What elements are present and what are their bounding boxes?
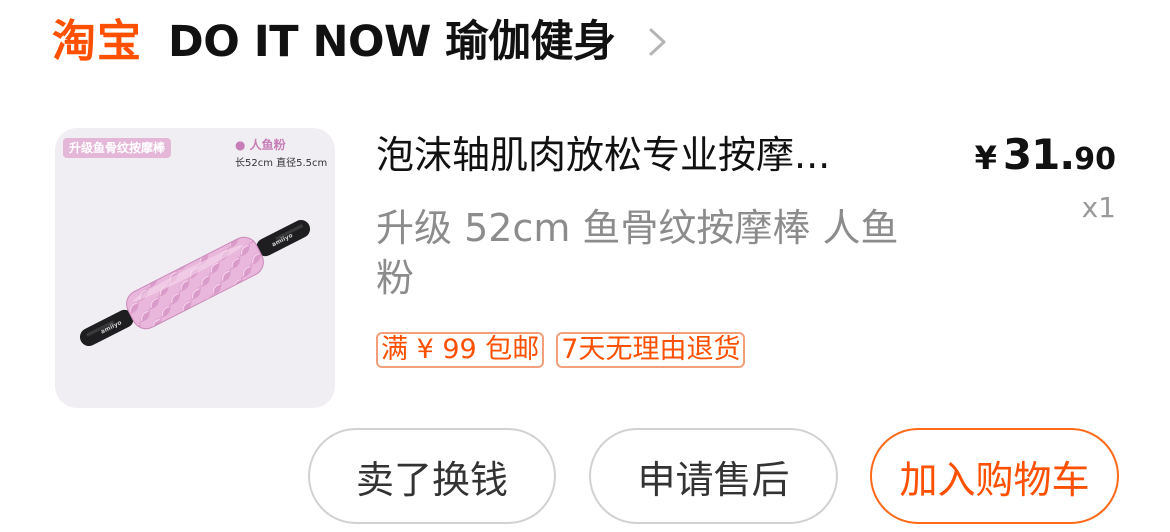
shop-name[interactable]: DO IT NOW 瑜伽健身: [168, 20, 616, 64]
return-policy-tag: 7天无理由退货: [556, 332, 746, 368]
price-decimal: 90: [1074, 142, 1116, 177]
product-spec: 升级 52cm 鱼骨纹按摩棒 人鱼粉: [376, 206, 899, 300]
product-image[interactable]: 升级鱼骨纹按摩棒 ● 人鱼粉 长52cm 直径5.5cm amiiyo amii…: [55, 128, 335, 408]
promo-tags: 满 ¥ 99 包邮 7天无理由退货: [376, 332, 746, 368]
add-to-cart-button[interactable]: 加入购物车: [870, 428, 1119, 524]
product-price: ¥31.90: [975, 130, 1116, 189]
price-symbol: ¥: [974, 139, 997, 177]
after-sale-button[interactable]: 申请售后: [589, 428, 838, 524]
product-quantity: x1: [1081, 191, 1116, 224]
taobao-logo: 淘宝: [52, 16, 142, 67]
product-title[interactable]: 泡沫轴肌肉放松专业按摩...: [376, 130, 921, 180]
price-integer: 31.: [1002, 130, 1075, 179]
shop-header[interactable]: 淘宝 DO IT NOW 瑜伽健身: [52, 12, 669, 72]
sell-button[interactable]: 卖了换钱: [308, 428, 556, 524]
chevron-right-icon[interactable]: [647, 27, 669, 57]
free-shipping-tag: 满 ¥ 99 包邮: [376, 332, 545, 368]
massage-roller-illustration: amiiyo amiiyo: [79, 219, 311, 347]
